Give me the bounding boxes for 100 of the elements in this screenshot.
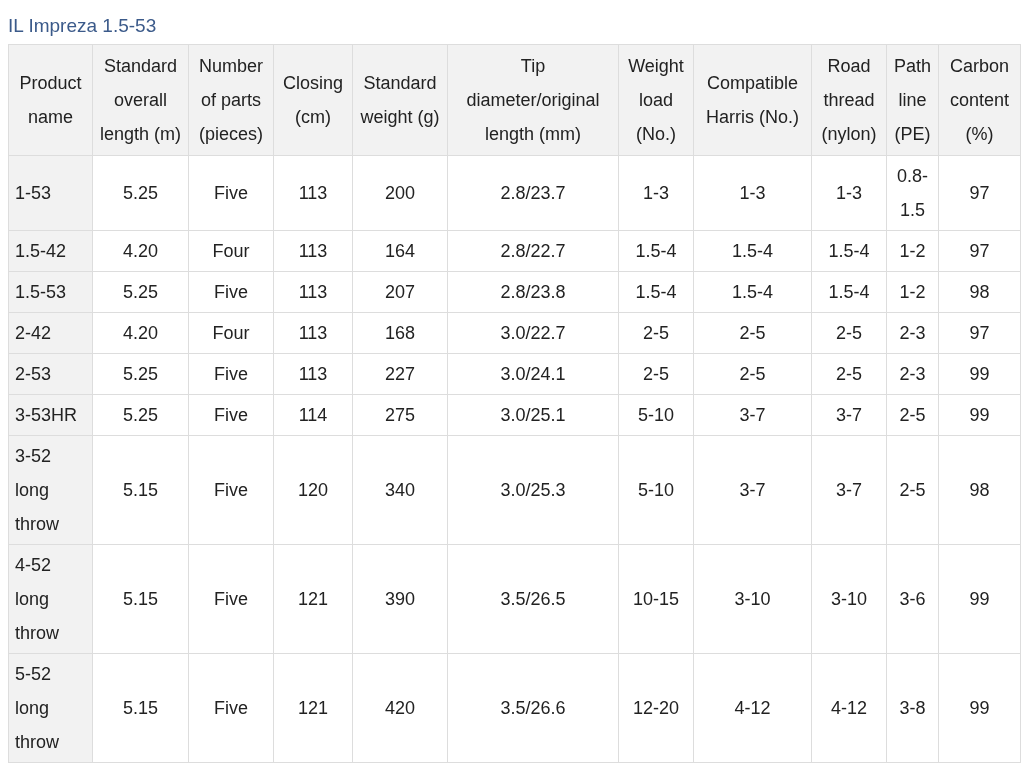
table-cell: 2-3 bbox=[886, 312, 939, 354]
table-cell: 3-7 bbox=[811, 394, 887, 436]
table-cell: 340 bbox=[352, 435, 448, 545]
table-cell: 120 bbox=[273, 435, 353, 545]
table-cell: 168 bbox=[352, 312, 448, 354]
table-cell: 390 bbox=[352, 544, 448, 654]
table-cell: 113 bbox=[273, 353, 353, 395]
table-cell: 3.0/24.1 bbox=[447, 353, 619, 395]
table-cell: Four bbox=[188, 230, 274, 272]
column-header: Path line (PE) bbox=[886, 44, 939, 156]
table-cell: 1.5-4 bbox=[618, 271, 694, 313]
table-cell: 113 bbox=[273, 155, 353, 231]
column-header: Tip diameter/original length (mm) bbox=[447, 44, 619, 156]
product-name-cell: 2-42 bbox=[8, 312, 93, 354]
table-cell: 97 bbox=[938, 155, 1021, 231]
table-cell: 4-12 bbox=[811, 653, 887, 763]
table-cell: 5.25 bbox=[92, 394, 189, 436]
table-cell: 5.15 bbox=[92, 544, 189, 654]
table-title: IL Impreza 1.5-53 bbox=[7, 14, 158, 38]
product-name-cell: 3-52 long throw bbox=[8, 435, 93, 545]
table-cell: 2.8/23.8 bbox=[447, 271, 619, 313]
table-cell: 99 bbox=[938, 653, 1021, 763]
column-header: Road thread (nylon) bbox=[811, 44, 887, 156]
table-cell: Five bbox=[188, 544, 274, 654]
table-cell: 420 bbox=[352, 653, 448, 763]
table-cell: 2-5 bbox=[811, 312, 887, 354]
table-cell: 10-15 bbox=[618, 544, 694, 654]
table-cell: 0.8-1.5 bbox=[886, 155, 939, 231]
table-cell: 3-8 bbox=[886, 653, 939, 763]
table-cell: 121 bbox=[273, 544, 353, 654]
table-cell: 97 bbox=[938, 230, 1021, 272]
product-name-cell: 1.5-42 bbox=[8, 230, 93, 272]
table-cell: 1-3 bbox=[693, 155, 812, 231]
table-cell: 5-10 bbox=[618, 435, 694, 545]
table-cell: 164 bbox=[352, 230, 448, 272]
table-cell: 3-7 bbox=[693, 435, 812, 545]
table-cell: 3.0/25.1 bbox=[447, 394, 619, 436]
table-cell: 2-5 bbox=[693, 312, 812, 354]
column-header: Standard overall length (m) bbox=[92, 44, 189, 156]
table-cell: 1-3 bbox=[811, 155, 887, 231]
table-cell: 1-2 bbox=[886, 230, 939, 272]
table-cell: 1.5-4 bbox=[693, 271, 812, 313]
table-cell: 4.20 bbox=[92, 230, 189, 272]
table-cell: Five bbox=[188, 353, 274, 395]
table-cell: Five bbox=[188, 435, 274, 545]
table-cell: 113 bbox=[273, 312, 353, 354]
table-cell: 3-7 bbox=[811, 435, 887, 545]
column-header: Weight load (No.) bbox=[618, 44, 694, 156]
table-cell: 227 bbox=[352, 353, 448, 395]
table-cell: 1.5-4 bbox=[618, 230, 694, 272]
table-cell: 5.15 bbox=[92, 435, 189, 545]
table-cell: 5-10 bbox=[618, 394, 694, 436]
table-cell: 2.8/22.7 bbox=[447, 230, 619, 272]
table-cell: 275 bbox=[352, 394, 448, 436]
table-cell: 2-3 bbox=[886, 353, 939, 395]
table-cell: 3-10 bbox=[693, 544, 812, 654]
column-header: Standard weight (g) bbox=[352, 44, 448, 156]
table-cell: Five bbox=[188, 271, 274, 313]
product-name-cell: 1-53 bbox=[8, 155, 93, 231]
table-cell: 3.5/26.6 bbox=[447, 653, 619, 763]
product-name-cell: 4-52 long throw bbox=[8, 544, 93, 654]
table-cell: 1.5-4 bbox=[811, 230, 887, 272]
table-cell: 200 bbox=[352, 155, 448, 231]
table-cell: 3-10 bbox=[811, 544, 887, 654]
table-cell: Five bbox=[188, 155, 274, 231]
table-cell: 114 bbox=[273, 394, 353, 436]
table-cell: 5.25 bbox=[92, 353, 189, 395]
table-cell: Four bbox=[188, 312, 274, 354]
column-header: Number of parts (pieces) bbox=[188, 44, 274, 156]
table-cell: Five bbox=[188, 394, 274, 436]
table-cell: 4.20 bbox=[92, 312, 189, 354]
table-cell: 99 bbox=[938, 394, 1021, 436]
table-cell: 3-6 bbox=[886, 544, 939, 654]
table-cell: 5.15 bbox=[92, 653, 189, 763]
table-cell: Five bbox=[188, 653, 274, 763]
table-cell: 1.5-4 bbox=[693, 230, 812, 272]
table-cell: 2-5 bbox=[618, 312, 694, 354]
table-cell: 98 bbox=[938, 271, 1021, 313]
table-cell: 2-5 bbox=[811, 353, 887, 395]
column-header: Product name bbox=[8, 44, 93, 156]
table-cell: 121 bbox=[273, 653, 353, 763]
table-cell: 3.0/25.3 bbox=[447, 435, 619, 545]
table-cell: 3.5/26.5 bbox=[447, 544, 619, 654]
table-cell: 97 bbox=[938, 312, 1021, 354]
column-header: Compatible Harris (No.) bbox=[693, 44, 812, 156]
product-name-cell: 3-53HR bbox=[8, 394, 93, 436]
table-cell: 2-5 bbox=[693, 353, 812, 395]
table-cell: 1-3 bbox=[618, 155, 694, 231]
table-cell: 2-5 bbox=[886, 435, 939, 545]
table-cell: 99 bbox=[938, 353, 1021, 395]
column-header: Closing (cm) bbox=[273, 44, 353, 156]
product-name-cell: 2-53 bbox=[8, 353, 93, 395]
table-cell: 99 bbox=[938, 544, 1021, 654]
table-cell: 2-5 bbox=[886, 394, 939, 436]
table-cell: 1-2 bbox=[886, 271, 939, 313]
table-cell: 5.25 bbox=[92, 155, 189, 231]
product-name-cell: 5-52 long throw bbox=[8, 653, 93, 763]
table-cell: 113 bbox=[273, 271, 353, 313]
table-cell: 1.5-4 bbox=[811, 271, 887, 313]
table-cell: 3-7 bbox=[693, 394, 812, 436]
